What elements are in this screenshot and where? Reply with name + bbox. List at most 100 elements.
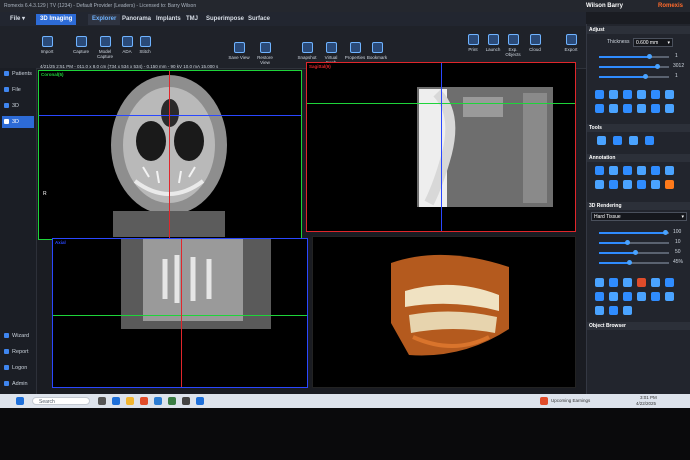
flip-icon[interactable] xyxy=(651,104,660,113)
contrast-3d-slider[interactable] xyxy=(599,260,669,265)
brightness-3d-slider[interactable] xyxy=(599,250,669,255)
surface-icon[interactable] xyxy=(609,292,618,301)
crosshair-vertical[interactable] xyxy=(169,71,170,239)
polyline-icon[interactable] xyxy=(609,180,618,189)
nav-report[interactable]: Report xyxy=(2,346,34,358)
nav-admin[interactable]: Admin xyxy=(2,378,34,390)
ellipse-icon[interactable] xyxy=(651,166,660,175)
nerve-icon[interactable] xyxy=(665,180,674,189)
launch-button[interactable]: Launch xyxy=(482,34,504,52)
filter-icon[interactable] xyxy=(637,90,646,99)
capture-button[interactable]: Capture xyxy=(70,36,92,54)
snapshot-button[interactable]: Snapshot xyxy=(296,42,318,60)
adjust-header[interactable]: Adjust xyxy=(587,26,690,34)
tab-3d-imaging[interactable]: 3D Imaging xyxy=(36,14,77,25)
reset-icon[interactable] xyxy=(609,104,618,113)
sagittal-viewport[interactable]: Sagittal(9) xyxy=(306,62,576,232)
tab-implants[interactable]: Implants xyxy=(152,14,185,25)
view-bottom-icon[interactable] xyxy=(665,278,674,287)
export-objects-button[interactable]: Exp. Objects xyxy=(502,34,524,57)
layout-icon[interactable] xyxy=(665,90,674,99)
tab-explorer[interactable]: Explorer xyxy=(88,14,121,25)
window-level-icon[interactable] xyxy=(595,104,604,113)
save-view-button[interactable]: Save View xyxy=(228,42,250,60)
view-back-icon[interactable] xyxy=(609,278,618,287)
nav-file[interactable]: File xyxy=(2,84,34,96)
brightness-slider[interactable] xyxy=(599,54,669,59)
mip-icon[interactable] xyxy=(609,306,618,315)
model-capture-button[interactable]: Model Capture xyxy=(94,36,116,59)
volume-icon[interactable] xyxy=(623,292,632,301)
properties-button[interactable]: Properties xyxy=(344,42,366,60)
taskbar-search[interactable]: Search xyxy=(32,397,90,405)
clock-date[interactable]: 4/22/2025 xyxy=(636,401,656,406)
nav-logon[interactable]: Logon xyxy=(2,362,34,374)
annotation-header[interactable]: Annotation xyxy=(587,154,690,162)
contrast-slider[interactable] xyxy=(599,64,669,69)
view-top-icon[interactable] xyxy=(651,278,660,287)
highlighter-icon[interactable] xyxy=(637,180,646,189)
chrome-icon[interactable] xyxy=(140,397,148,405)
opacity-slider[interactable] xyxy=(599,230,669,235)
nav-3d-active[interactable]: 3D xyxy=(2,116,34,128)
romexis-taskbar-icon[interactable] xyxy=(196,397,204,405)
nav-wizard[interactable]: Wizard xyxy=(2,330,34,342)
tab-superimpose[interactable]: Superimpose xyxy=(202,14,248,25)
ruler-icon[interactable] xyxy=(609,166,618,175)
nav-3d[interactable]: 3D xyxy=(2,100,34,112)
camera-icon[interactable] xyxy=(651,292,660,301)
view-front-icon[interactable] xyxy=(595,278,604,287)
rotate-icon[interactable] xyxy=(637,104,646,113)
print-button[interactable]: Print xyxy=(462,34,484,52)
magnify-icon[interactable] xyxy=(613,136,622,145)
crosshair-horizontal[interactable] xyxy=(53,315,307,316)
folder-icon[interactable] xyxy=(126,397,134,405)
arrow-icon[interactable] xyxy=(665,166,674,175)
import-button[interactable]: Import xyxy=(36,36,58,54)
crosshair-vertical[interactable] xyxy=(441,63,442,231)
clip-icon[interactable] xyxy=(595,292,604,301)
pen-icon[interactable] xyxy=(623,180,632,189)
gamma-slider[interactable] xyxy=(599,74,669,79)
3d-rendering-viewport[interactable] xyxy=(312,236,576,388)
clock-time[interactable]: 3:01 PM xyxy=(640,395,657,400)
animate-icon[interactable] xyxy=(623,306,632,315)
area-icon[interactable] xyxy=(651,180,660,189)
brush-icon[interactable] xyxy=(629,136,638,145)
windows-start-icon[interactable] xyxy=(16,397,24,405)
view-left-icon[interactable] xyxy=(623,278,632,287)
line-icon[interactable] xyxy=(595,180,604,189)
palette-icon[interactable] xyxy=(665,292,674,301)
restore-view-button[interactable]: Restore View xyxy=(254,42,276,65)
light-icon[interactable] xyxy=(637,292,646,301)
bookmark-button[interactable]: Bookmark xyxy=(366,42,388,60)
settings-icon[interactable] xyxy=(665,104,674,113)
crosshair-horizontal[interactable] xyxy=(39,115,301,116)
stitch-button[interactable]: Stitch xyxy=(134,36,156,54)
tab-surface[interactable]: Surface xyxy=(244,14,274,25)
measure-icon[interactable] xyxy=(645,136,654,145)
app-icon[interactable] xyxy=(182,397,190,405)
slab-icon[interactable] xyxy=(595,306,604,315)
threshold-slider[interactable] xyxy=(599,240,669,245)
coronal-viewport[interactable]: Coronal(5) R xyxy=(38,70,302,240)
thickness-dropdown[interactable]: 0.600 mm ▾ xyxy=(633,38,673,47)
tab-tmj[interactable]: TMJ xyxy=(182,14,202,25)
invert-icon[interactable] xyxy=(609,90,618,99)
crosshair-vertical[interactable] xyxy=(181,239,182,387)
cloud-button[interactable]: Cloud xyxy=(524,34,546,52)
zoom-icon[interactable] xyxy=(595,90,604,99)
view-right-icon[interactable] xyxy=(637,278,646,287)
crop-icon[interactable] xyxy=(623,104,632,113)
outlook-icon[interactable] xyxy=(154,397,162,405)
rendering-preset-dropdown[interactable]: Hard Tissue ▾ xyxy=(591,212,687,221)
nav-patients[interactable]: Patients xyxy=(2,68,34,80)
angle-icon[interactable] xyxy=(637,166,646,175)
tools-header[interactable]: Tools xyxy=(587,124,690,132)
grid-icon[interactable] xyxy=(651,90,660,99)
tab-panorama[interactable]: Panorama xyxy=(118,14,155,25)
excel-icon[interactable] xyxy=(168,397,176,405)
sharpen-icon[interactable] xyxy=(623,90,632,99)
hand-icon[interactable] xyxy=(597,136,606,145)
user-name[interactable]: Wilson Barry xyxy=(586,0,623,12)
